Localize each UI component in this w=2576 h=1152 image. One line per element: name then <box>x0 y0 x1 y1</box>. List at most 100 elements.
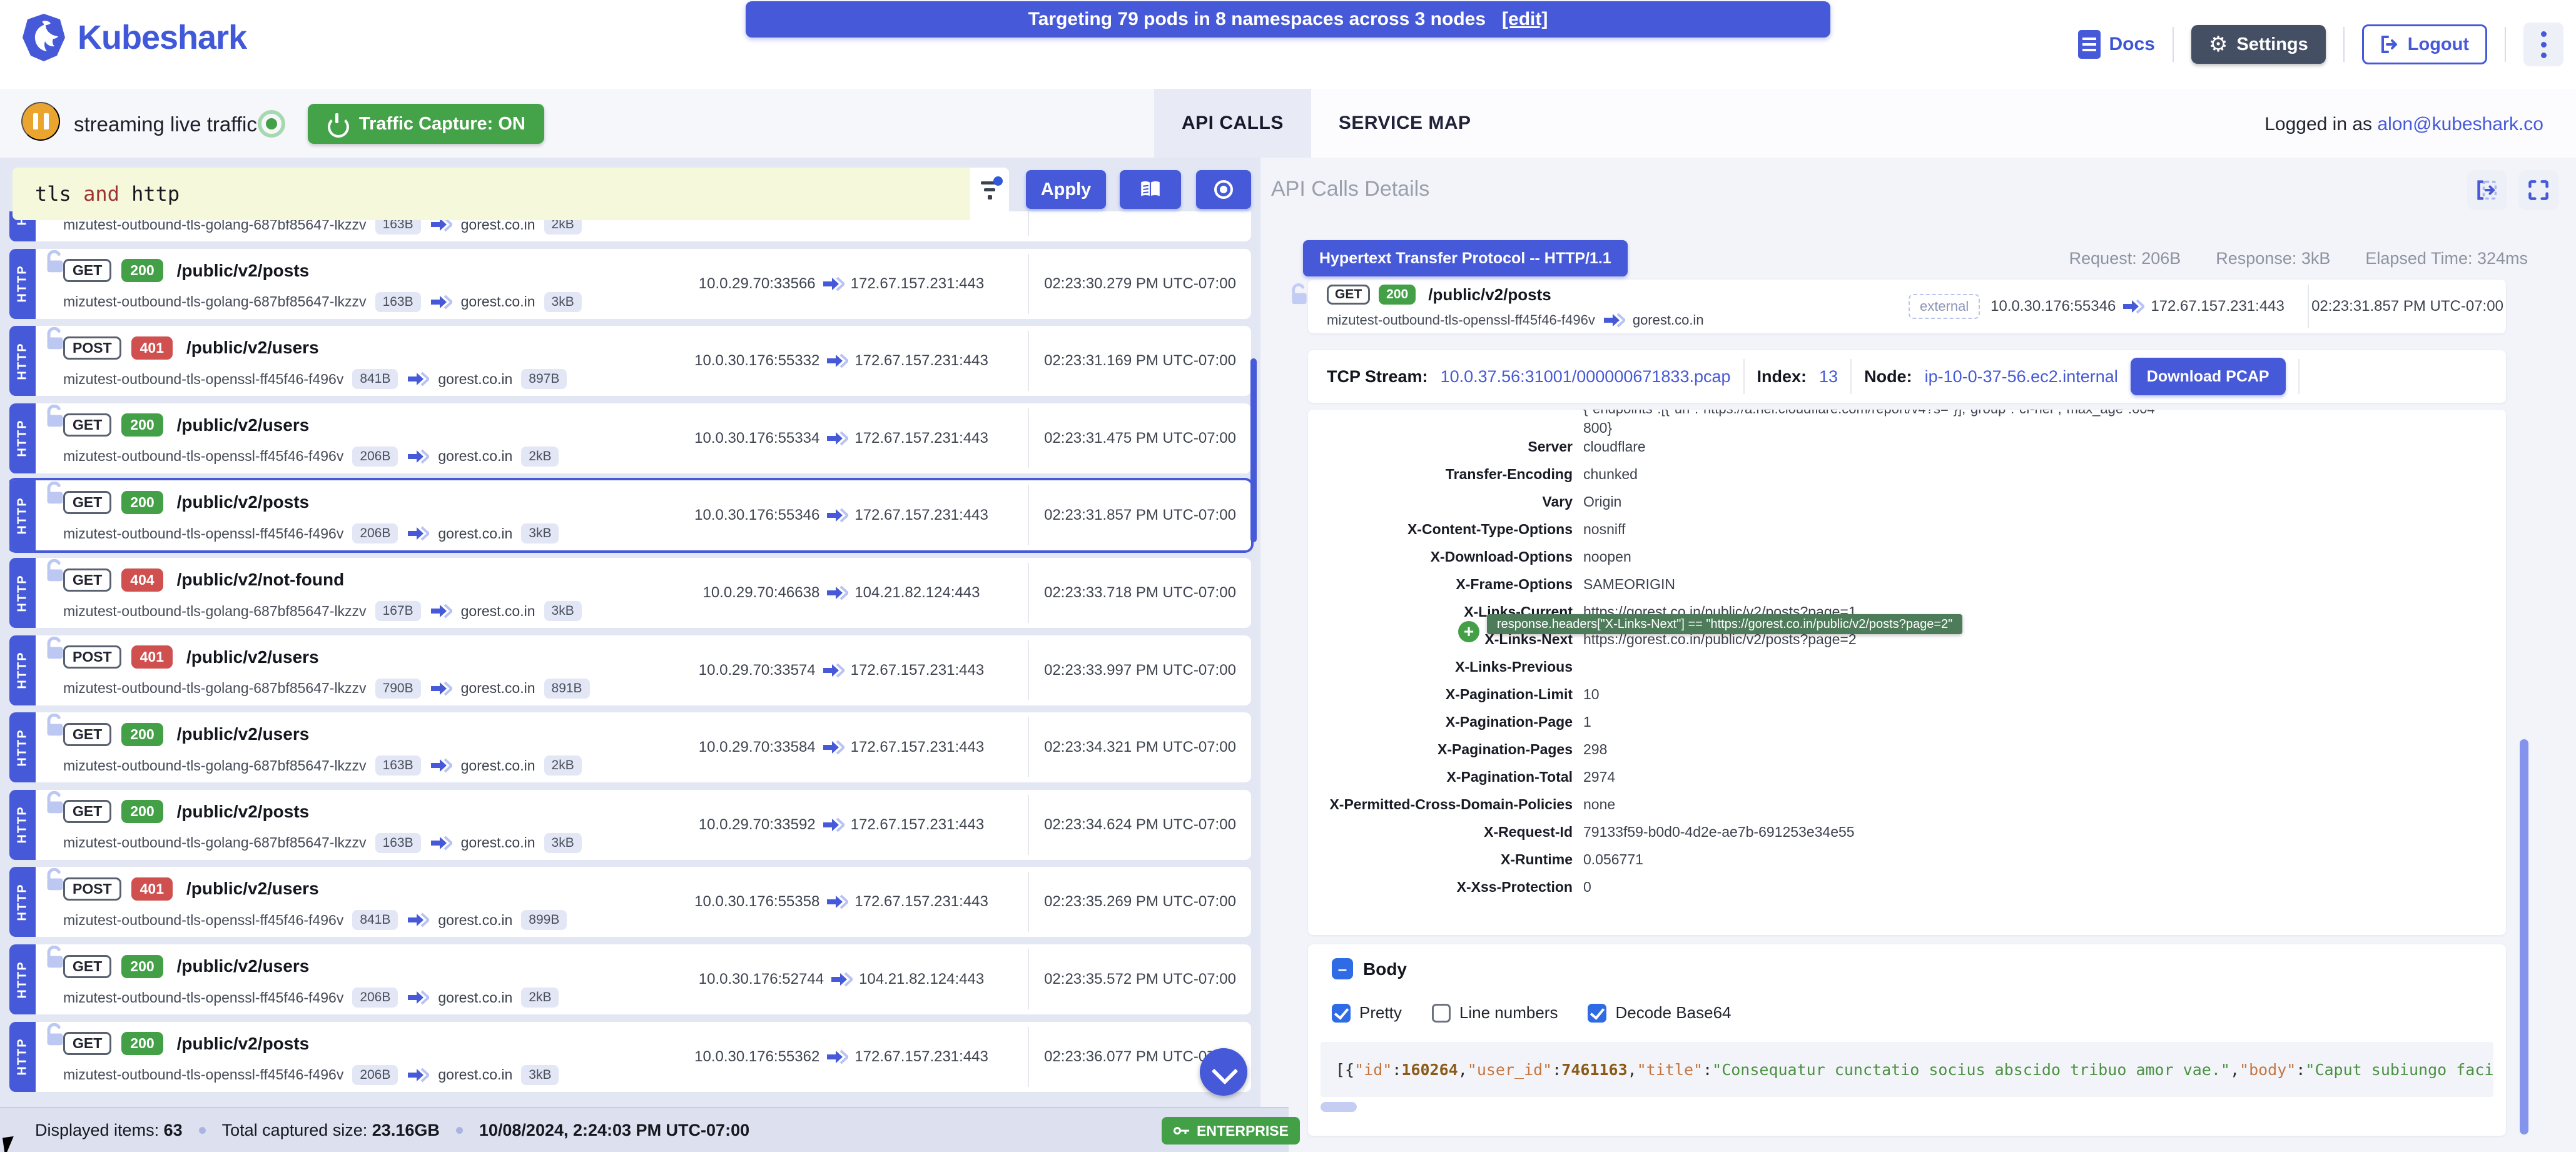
checkbox-checked-icon[interactable] <box>1588 1004 1606 1023</box>
scroll-to-bottom-button[interactable] <box>1200 1048 1247 1096</box>
destination-ip: 104.21.82.124:443 <box>859 971 984 988</box>
option-line-numbers[interactable]: Line numbers <box>1432 1003 1558 1023</box>
header-row: Server cloudflare <box>1308 433 2506 461</box>
settings-button[interactable]: ⚙ Settings <box>2191 25 2326 64</box>
option-decode-base64[interactable]: Decode Base64 <box>1588 1003 1731 1023</box>
collapse-body-toggle[interactable]: – <box>1332 958 1353 979</box>
response-body-code[interactable]: [{"id":160264,"user_id":7461163,"title":… <box>1321 1042 2493 1097</box>
request-path: /public/v2/not-found <box>177 570 345 590</box>
tab-service-map[interactable]: SERVICE MAP <box>1311 89 1499 158</box>
status-badge: 200 <box>121 413 163 437</box>
destination-ip: 172.67.157.231:443 <box>851 662 985 679</box>
arrow-right-icon <box>407 990 429 1005</box>
status-badge: 200 <box>121 1032 163 1055</box>
header-value: 0 <box>1583 879 2493 896</box>
source-pod: mizutest-outbound-tls-golang-687bf85647-… <box>63 757 367 774</box>
header-row: Vary Origin <box>1308 488 2506 516</box>
header-value: 2974 <box>1583 769 2493 786</box>
arrow-right-icon <box>826 353 848 368</box>
document-icon <box>2078 30 2101 59</box>
record-button[interactable] <box>1196 170 1251 209</box>
pause-button[interactable] <box>21 102 60 141</box>
api-call-row[interactable]: HTTP POST 401 /public/v2/users mizutest-… <box>9 635 1251 705</box>
header-row: X-Pagination-Limit 10 <box>1308 681 2506 709</box>
header-key: X-Download-Options <box>1308 548 1573 565</box>
status-badge: 200 <box>121 259 163 282</box>
checkbox-unchecked-icon[interactable] <box>1432 1004 1451 1023</box>
clipped-header-value: {"endpoints":[{"url":"https://a.nel.clou… <box>1583 410 2484 420</box>
more-menu-button[interactable] <box>2523 23 2563 66</box>
header-key: X-Pagination-Page <box>1308 714 1573 730</box>
arrow-right-icon <box>407 912 429 927</box>
request-size-badge: 790B <box>375 679 421 699</box>
response-size-badge: 3kB <box>521 1065 559 1085</box>
status-badge: 200 <box>121 800 163 823</box>
unlocked-padlock-icon <box>46 327 64 351</box>
header-key: Server <box>1308 438 1573 455</box>
enterprise-badge[interactable]: ENTERPRISE <box>1162 1117 1300 1144</box>
kubeshark-logo[interactable]: Kubeshark <box>21 13 246 63</box>
query-library-button[interactable] <box>1120 170 1181 209</box>
logout-button[interactable]: Logout <box>2362 24 2487 64</box>
unlocked-padlock-icon <box>46 1023 64 1047</box>
traffic-capture-toggle[interactable]: Traffic Capture: ON <box>308 104 544 144</box>
request-path: /public/v2/posts <box>177 492 310 512</box>
checkbox-checked-icon[interactable] <box>1332 1004 1351 1023</box>
api-call-row[interactable]: HTTP GET 200 /public/v2/users mizutest-o… <box>9 403 1251 473</box>
request-path: /public/v2/users <box>186 338 319 358</box>
code-horizontal-scrollbar[interactable] <box>1321 1102 1357 1112</box>
filter-query-input[interactable]: tls and http <box>13 168 970 220</box>
api-call-row[interactable]: HTTP GET 404 /public/v2/not-found mizute… <box>9 558 1251 628</box>
destination-host: gorest.co.in <box>438 448 512 465</box>
download-pcap-button[interactable]: Download PCAP <box>2131 358 2286 395</box>
status-badge: 401 <box>131 645 173 669</box>
apply-button[interactable]: Apply <box>1026 170 1106 209</box>
header-key: X-Pagination-Limit <box>1308 686 1573 703</box>
arrow-right-icon <box>826 585 848 600</box>
call-timestamp: 02:23:33.718 PM UTC-07:00 <box>1029 558 1251 628</box>
ip-pair: 10.0.30.176:55334 172.67.157.231:443 <box>672 403 1010 473</box>
targeting-banner: Targeting 79 pods in 8 namespaces across… <box>746 1 1830 38</box>
collapse-panel-button[interactable] <box>2467 170 2507 210</box>
api-call-row[interactable]: HTTP GET 200 /public/v2/users mizutest-o… <box>9 712 1251 782</box>
destination-host: gorest.co.in <box>461 680 535 697</box>
unlocked-padlock-icon <box>1291 283 1308 306</box>
api-call-row[interactable]: HTTP GET 200 /public/v2/posts mizutest-o… <box>9 1022 1251 1092</box>
logged-in-user[interactable]: alon@kubeshark.co <box>2377 114 2543 134</box>
source-ip: 10.0.30.176:55358 <box>694 893 819 911</box>
api-call-row[interactable]: HTTP POST 401 /public/v2/users mizutest-… <box>9 326 1251 396</box>
header-key: X-Content-Type-Options <box>1308 521 1573 538</box>
api-call-row[interactable]: HTTP GET 200 /public/v2/posts mizutest-o… <box>9 790 1251 860</box>
api-call-row[interactable]: HTTP POST 401 /public/v2/users mizutest-… <box>9 867 1251 937</box>
destination-ip: 172.67.157.231:443 <box>854 352 988 370</box>
shark-logo-icon <box>21 13 66 63</box>
method-badge: GET <box>63 723 111 746</box>
api-call-row[interactable]: HTTP GET 200 /public/v2/posts mizutest-o… <box>9 249 1251 319</box>
header-key: X-Pagination-Total <box>1308 769 1573 786</box>
tab-api-calls[interactable]: API CALLS <box>1154 89 1311 158</box>
request-size-badge: 206B <box>352 1065 398 1085</box>
option-pretty[interactable]: Pretty <box>1332 1003 1402 1023</box>
node-link[interactable]: ip-10-0-37-56.ec2.internal <box>1925 367 2118 387</box>
fullscreen-button[interactable] <box>2518 170 2558 210</box>
api-call-row[interactable]: HTTP GET 200 /public/v2/users mizutest-o… <box>9 944 1251 1014</box>
node-label: Node: <box>1864 367 1912 387</box>
target-icon <box>1214 180 1233 199</box>
total-captured-size: 23.16GB <box>372 1121 440 1139</box>
filter-options-button[interactable] <box>970 168 1009 220</box>
call-timestamp: 02:23:31.857 PM UTC-07:00 <box>1029 480 1251 550</box>
list-scrollbar[interactable] <box>1250 358 1257 542</box>
destination-ip: 172.67.157.231:443 <box>851 275 985 293</box>
docs-link[interactable]: Docs <box>2078 30 2155 59</box>
api-call-row[interactable]: HTTP GET 200 /public/v2/posts mizutest-o… <box>9 480 1251 550</box>
method-badge: POST <box>63 645 121 669</box>
banner-edit-link[interactable]: [edit] <box>1502 9 1548 30</box>
pcap-link[interactable]: 10.0.37.56:31001/000000671833.pcap <box>1441 367 1731 387</box>
status-badge: 401 <box>131 336 173 360</box>
add-to-query-button[interactable]: + <box>1458 621 1479 642</box>
response-size-badge: 2kB <box>521 447 559 467</box>
protocol-tab: HTTP <box>9 558 36 628</box>
request-size-badge: 163B <box>375 292 421 312</box>
ip-pair: 10.0.29.70:33566 172.67.157.231:443 <box>672 249 1010 319</box>
details-scrollbar[interactable] <box>2520 739 2528 1134</box>
